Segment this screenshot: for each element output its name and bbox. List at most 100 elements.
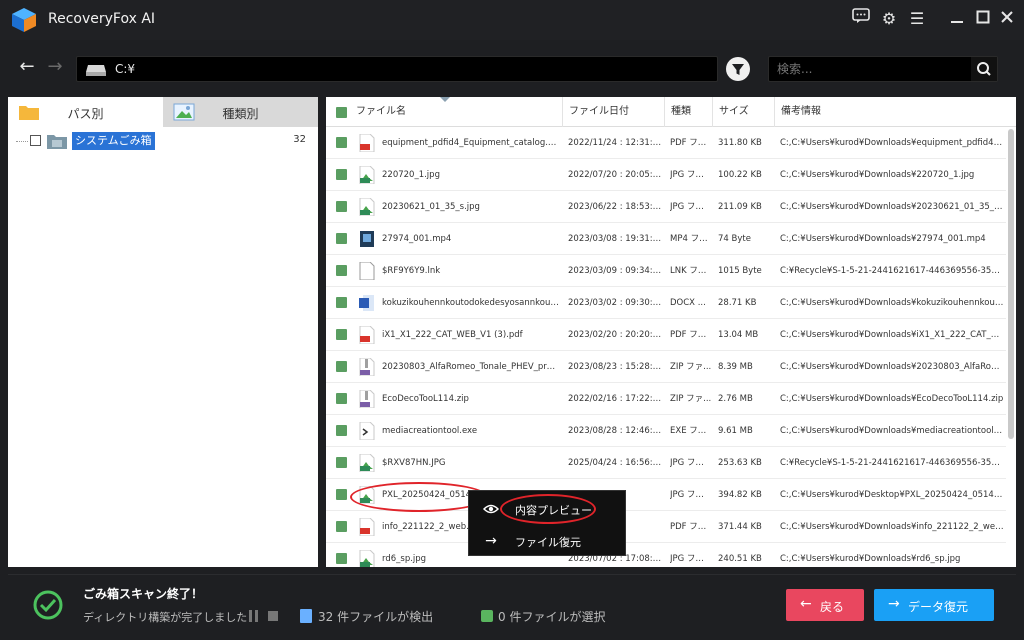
cell-type: DOCX ... bbox=[670, 298, 706, 308]
tab-by-path[interactable]: パス別 bbox=[8, 97, 163, 127]
jpg-icon bbox=[359, 453, 375, 473]
table-row[interactable]: equipment_pdfid4_Equipment_catalog.pdf 20… bbox=[326, 127, 1006, 159]
stop-icon[interactable] bbox=[268, 611, 278, 621]
menu-item-label: 内容プレビュー bbox=[515, 504, 592, 517]
row-checkbox[interactable] bbox=[336, 201, 347, 212]
cell-info: C:¥Recycle¥S-1-5-21-2441621617-446369556… bbox=[780, 266, 1004, 276]
selected-check-icon bbox=[481, 610, 493, 622]
row-checkbox[interactable] bbox=[336, 553, 347, 564]
tab-label: 種類別 bbox=[222, 107, 259, 121]
word-icon bbox=[359, 294, 375, 312]
row-checkbox[interactable] bbox=[336, 425, 347, 436]
table-row[interactable]: 27974_001.mp4 2023/03/08 : 19:31:14 MP4 ファ… bbox=[326, 223, 1006, 255]
cell-size: 371.44 KB bbox=[718, 522, 762, 532]
table-row[interactable]: info_221122_2_web.p...2:30:36PDF ファ...37… bbox=[326, 511, 1006, 543]
close-icon[interactable] bbox=[996, 8, 1018, 30]
menu-hamburger-icon[interactable]: ☰ bbox=[906, 8, 928, 30]
col-date[interactable]: ファイル日付 bbox=[562, 97, 664, 127]
file-icon bbox=[300, 609, 312, 623]
menu-item-preview[interactable]: 内容プレビュー bbox=[469, 493, 627, 525]
row-checkbox[interactable] bbox=[336, 169, 347, 180]
cell-type: JPG ファ... bbox=[670, 554, 712, 564]
col-size[interactable]: サイズ bbox=[712, 97, 774, 127]
table-row[interactable]: $RF9Y6Y9.lnk 2023/03/09 : 09:34:34 LNK ファ.… bbox=[326, 255, 1006, 287]
path-field[interactable]: C:¥ bbox=[76, 56, 718, 82]
table-row[interactable]: mediacreationtool.exe 2023/08/28 : 12:46:… bbox=[326, 415, 1006, 447]
filter-button[interactable] bbox=[726, 57, 750, 81]
back-arrow-icon: ← bbox=[800, 596, 812, 612]
row-checkbox[interactable] bbox=[336, 361, 347, 372]
cell-size: 2.76 MB bbox=[718, 394, 753, 404]
cell-type: ZIP ファ... bbox=[670, 394, 712, 404]
row-checkbox[interactable] bbox=[336, 233, 347, 244]
tree-label: システムごみ箱 bbox=[72, 132, 155, 150]
tree-checkbox[interactable] bbox=[30, 135, 41, 146]
menu-item-label: ファイル復元 bbox=[515, 536, 581, 549]
row-checkbox[interactable] bbox=[336, 457, 347, 468]
cell-type: LNK ファ... bbox=[670, 266, 712, 276]
cell-info: C:,C:¥Users¥kurod¥Downloads¥20230621_01_… bbox=[780, 202, 1004, 212]
minimize-icon[interactable] bbox=[946, 8, 968, 30]
cell-info: C:,C:¥Users¥kurod¥Downloads¥220720_1.jpg bbox=[780, 170, 975, 180]
menu-item-recover[interactable]: → ファイル復元 bbox=[469, 525, 627, 557]
cell-type: JPG ファ... bbox=[670, 490, 712, 500]
file-table: ファイル名 ファイル日付 種類 サイズ 備考情報 equipment_pdfid… bbox=[326, 97, 1016, 567]
back-button-label: 戻る bbox=[820, 600, 845, 614]
cell-info: C:,C:¥Users¥kurod¥Downloads¥kokuzikouhen… bbox=[780, 298, 1004, 308]
col-info[interactable]: 備考情報 bbox=[774, 97, 1006, 127]
forward-arrow-icon[interactable]: → bbox=[44, 56, 66, 78]
maximize-icon[interactable] bbox=[972, 8, 994, 30]
cell-info: C:,C:¥Users¥kurod¥Downloads¥EcoDecoTooL1… bbox=[780, 394, 1004, 404]
table-scrollbar[interactable] bbox=[1008, 129, 1014, 439]
row-checkbox[interactable] bbox=[336, 265, 347, 276]
jpg-icon bbox=[359, 549, 375, 567]
row-checkbox[interactable] bbox=[336, 489, 347, 500]
recover-arrow-icon: → bbox=[888, 596, 900, 612]
search-box bbox=[768, 56, 998, 82]
row-checkbox[interactable] bbox=[336, 521, 347, 532]
row-checkbox[interactable] bbox=[336, 137, 347, 148]
cell-info: C:,C:¥Users¥kurod¥Downloads¥20230803_Alf… bbox=[780, 362, 1004, 372]
tab-label: パス別 bbox=[67, 107, 104, 121]
title-bar: RecoveryFox AI ⚙ ☰ bbox=[0, 0, 1024, 40]
tree-connector bbox=[16, 141, 28, 142]
select-all-checkbox[interactable] bbox=[336, 107, 347, 118]
table-row[interactable]: EcoDecoTooL114.zip 2022/02/16 : 17:22:06 Z… bbox=[326, 383, 1006, 415]
pdf-icon bbox=[359, 517, 375, 537]
table-row[interactable]: PXL_20250424_05145...5:57:36JPG ファ...394… bbox=[326, 479, 1006, 511]
feedback-icon[interactable] bbox=[850, 8, 872, 30]
cell-size: 9.61 MB bbox=[718, 426, 753, 436]
check-circle-icon bbox=[33, 590, 63, 620]
cell-date: 2025/04/24 : 16:56:26 bbox=[568, 458, 662, 468]
search-icon bbox=[977, 62, 991, 76]
col-filename[interactable]: ファイル名 bbox=[350, 97, 562, 127]
table-row[interactable]: 20230803_AlfaRomeo_Tonale_PHEV_press... 2… bbox=[326, 351, 1006, 383]
zip-icon bbox=[359, 389, 375, 409]
table-row[interactable]: rd6_sp.jpg 2023/07/02 : 17:08:14 JPG ファ...… bbox=[326, 543, 1006, 567]
cell-size: 311.80 KB bbox=[718, 138, 762, 148]
recover-button[interactable]: → データ復元 bbox=[874, 589, 994, 621]
col-type[interactable]: 種類 bbox=[664, 97, 712, 127]
row-checkbox[interactable] bbox=[336, 329, 347, 340]
table-row[interactable]: iX1_X1_222_CAT_WEB_V1 (3).pdf 2023/02/20 … bbox=[326, 319, 1006, 351]
back-arrow-icon[interactable]: ← bbox=[16, 56, 38, 78]
scan-status-title: ごみ箱スキャン終了！ bbox=[83, 587, 204, 601]
cell-type: PDF ファ... bbox=[670, 330, 712, 340]
tree-item-recycle-bin[interactable]: システムごみ箱 32 bbox=[16, 131, 312, 151]
row-checkbox[interactable] bbox=[336, 393, 347, 404]
tab-by-type[interactable]: 種類別 bbox=[163, 97, 318, 127]
cell-date: 2022/07/20 : 20:05:08 bbox=[568, 170, 662, 180]
back-button[interactable]: ← 戻る bbox=[786, 589, 864, 621]
search-input[interactable] bbox=[775, 60, 965, 78]
table-row[interactable]: 220720_1.jpg 2022/07/20 : 20:05:08 JPG ファ.… bbox=[326, 159, 1006, 191]
cell-size: 1015 Byte bbox=[718, 266, 762, 276]
pause-icon[interactable] bbox=[248, 610, 260, 622]
left-panel: パス別 種類別 システムごみ箱 32 bbox=[8, 97, 318, 567]
table-row[interactable]: 20230621_01_35_s.jpg 2023/06/22 : 18:53:2… bbox=[326, 191, 1006, 223]
table-row[interactable]: $RXV87HN.JPG 2025/04/24 : 16:56:26 JPG ファ.… bbox=[326, 447, 1006, 479]
table-row[interactable]: kokuzikouhennkoutodokedesyosannkourei...… bbox=[326, 287, 1006, 319]
settings-gear-icon[interactable]: ⚙ bbox=[878, 8, 900, 30]
exe-icon bbox=[359, 421, 375, 441]
row-checkbox[interactable] bbox=[336, 297, 347, 308]
search-button[interactable] bbox=[971, 57, 997, 81]
